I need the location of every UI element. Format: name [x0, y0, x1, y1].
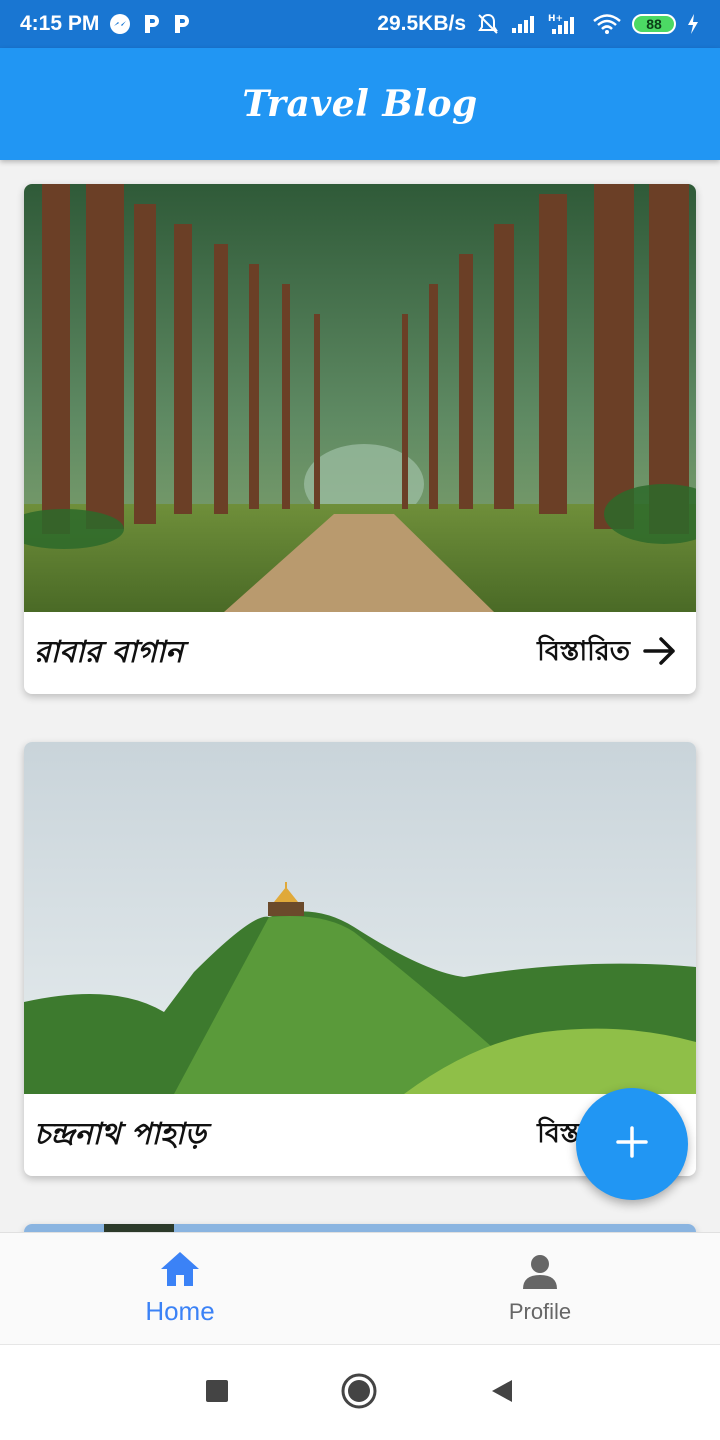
status-bar-left: 4:15 PM: [20, 12, 191, 36]
nav-profile-label: Profile: [508, 1298, 572, 1324]
card-footer: রাবার বাগান বিস্তারিত: [24, 612, 696, 694]
charging-icon: [686, 13, 700, 35]
status-time: 4:15 PM: [20, 12, 100, 35]
person-icon: [521, 1253, 559, 1295]
status-bar: 4:15 PM 29.5KB/s H+ 88: [0, 0, 720, 48]
post-title: চন্দ্রনাথ পাহাড়: [34, 1116, 206, 1152]
post-title: রাবার বাগান: [34, 634, 184, 670]
app-bar: Travel Blog: [0, 48, 720, 160]
signal-h-icon: H+: [548, 12, 582, 36]
forest-road-photo[interactable]: [24, 184, 696, 612]
messenger-icon: [109, 13, 131, 35]
add-post-button[interactable]: [576, 1088, 688, 1200]
svg-text:H+: H+: [548, 14, 563, 24]
details-label: বিস্তারিত: [537, 635, 630, 667]
home-system-button[interactable]: [340, 1372, 378, 1414]
details-button[interactable]: বিস্তারিত: [537, 631, 678, 676]
hill-temple-photo[interactable]: [24, 742, 696, 1094]
nav-home[interactable]: Home: [0, 1233, 360, 1344]
post-feed[interactable]: রাবার বাগান বিস্তারিত চন্দ্রনাথ পাহাড়: [0, 160, 720, 1232]
post-card[interactable]: [24, 1224, 696, 1232]
status-bar-right: 29.5KB/s H+ 88: [377, 12, 700, 36]
p-app-icon: [141, 13, 161, 35]
signal-icon: [510, 13, 538, 35]
recents-button[interactable]: [204, 1378, 230, 1408]
app-title: Travel Blog: [242, 83, 478, 125]
system-navigation: [0, 1344, 720, 1440]
arrow-right-icon: [642, 636, 678, 670]
post-photo[interactable]: [24, 1224, 696, 1232]
plus-icon: [614, 1124, 650, 1164]
home-icon: [159, 1250, 201, 1292]
nav-home-label: Home: [145, 1296, 215, 1326]
post-card[interactable]: রাবার বাগান বিস্তারিত: [24, 184, 696, 694]
bottom-navigation: Home Profile: [0, 1232, 720, 1344]
wifi-icon: [592, 13, 622, 35]
network-speed: 29.5KB/s: [377, 12, 466, 35]
battery-indicator: 88: [632, 14, 676, 34]
mute-icon: [476, 12, 500, 36]
back-button[interactable]: [488, 1377, 516, 1409]
p-app-icon: [171, 13, 191, 35]
nav-profile[interactable]: Profile: [360, 1233, 720, 1344]
